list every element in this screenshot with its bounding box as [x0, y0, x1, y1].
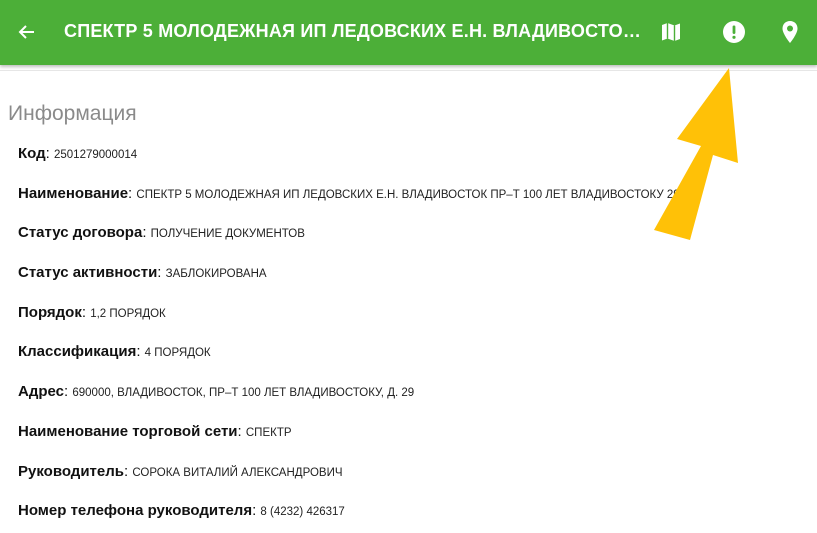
field-value: СПЕКТР 5 МОЛОДЕЖНАЯ ИП ЛЕДОВСКИХ Е.Н. ВЛ…: [136, 188, 680, 201]
section-title: Информация: [8, 102, 137, 125]
field-contract-status: Статус договора: ПОЛУЧЕНИЕ ДОКУМЕНТОВ: [18, 224, 305, 242]
field-value: 690000, ВЛАДИВОСТОК, ПР–Т 100 ЛЕТ ВЛАДИВ…: [72, 387, 415, 400]
field-label: Код: [18, 145, 46, 162]
alert-icon: [723, 21, 745, 43]
field-manager: Руководитель: СОРОКА ВИТАЛИЙ АЛЕКСАНДРОВ…: [18, 462, 343, 480]
field-value: 4 ПОРЯДОК: [144, 347, 211, 360]
field-label: Статус активности: [18, 264, 158, 282]
field-value: ПОЛУЧЕНИЕ ДОКУМЕНТОВ: [150, 228, 305, 241]
field-value: СПЕКТР: [245, 426, 292, 439]
field-label: Наименование торговой сети: [18, 422, 238, 440]
info-fields: Код: 2501279000014 Наименование: СПЕКТР …: [18, 142, 808, 533]
field-label: Порядок: [18, 303, 82, 321]
divider: [0, 70, 817, 71]
map-button[interactable]: [656, 17, 686, 47]
location-pin-icon: [782, 21, 798, 43]
field-label: Наименование: [18, 184, 129, 202]
field-label: Адрес: [18, 383, 65, 401]
field-activity-status: Статус активности: ЗАБЛОКИРОВАНА: [18, 264, 267, 282]
page-title: СПЕКТР 5 МОЛОДЕЖНАЯ ИП ЛЕДОВСКИХ Е.Н. ВЛ…: [64, 21, 644, 41]
back-button[interactable]: [12, 15, 42, 49]
field-label: Номер телефона руководителя: [18, 502, 253, 520]
field-label: Статус договора: [18, 224, 143, 242]
field-order: Порядок: 1,2 ПОРЯДОК: [18, 303, 166, 321]
field-label: Классификация: [18, 343, 137, 361]
field-retail-network: Наименование торговой сети: СПЕКТР: [18, 422, 292, 440]
app-bar: СПЕКТР 5 МОЛОДЕЖНАЯ ИП ЛЕДОВСКИХ Е.Н. ВЛ…: [0, 0, 817, 65]
field-label: Руководитель: [18, 462, 124, 480]
field-manager-phone: Номер телефона руководителя: 8 (4232) 42…: [18, 502, 345, 520]
field-value: 8 (4232) 426317: [260, 506, 345, 519]
field-code: Код: 2501279000014: [18, 145, 138, 162]
field-value: 2501279000014: [54, 149, 138, 161]
alert-button[interactable]: [719, 17, 749, 47]
field-name: Наименование: СПЕКТР 5 МОЛОДЕЖНАЯ ИП ЛЕД…: [18, 184, 680, 202]
location-button[interactable]: [775, 17, 805, 47]
field-value: 1,2 ПОРЯДОК: [90, 307, 166, 320]
field-value: ЗАБЛОКИРОВАНА: [165, 268, 267, 281]
field-classification: Классификация: 4 ПОРЯДОК: [18, 343, 211, 361]
screen: СПЕКТР 5 МОЛОДЕЖНАЯ ИП ЛЕДОВСКИХ Е.Н. ВЛ…: [0, 0, 817, 533]
field-value: СОРОКА ВИТАЛИЙ АЛЕКСАНДРОВИЧ: [132, 466, 343, 479]
back-arrow-icon: [18, 25, 34, 39]
map-icon: [662, 23, 680, 41]
field-address: Адрес: 690000, ВЛАДИВОСТОК, ПР–Т 100 ЛЕТ…: [18, 383, 415, 401]
